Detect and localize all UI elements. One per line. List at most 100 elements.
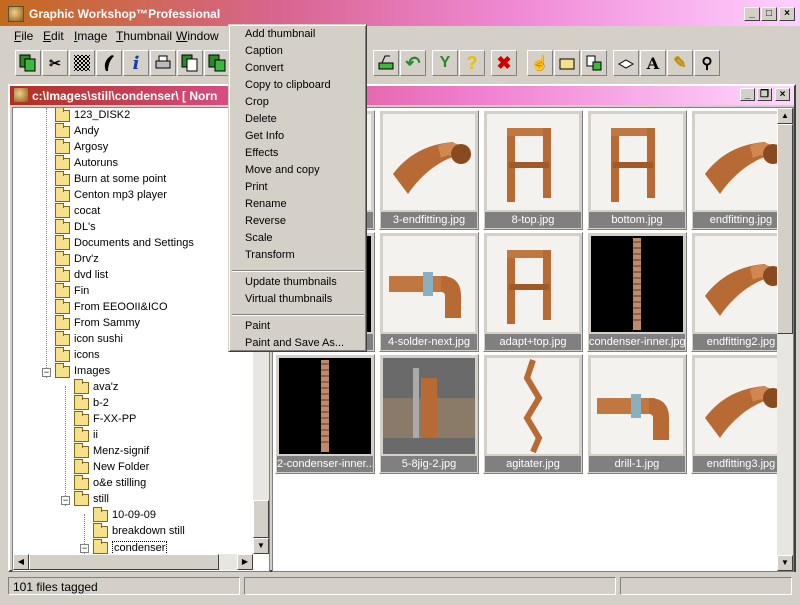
folder-icon — [55, 203, 70, 218]
child-close-button[interactable]: × — [775, 88, 790, 101]
context-menu-item[interactable]: Print — [245, 181, 268, 193]
context-menu-item[interactable]: Convert — [245, 62, 284, 74]
thumbnail-image — [487, 358, 579, 454]
maximize-button[interactable]: □ — [761, 7, 777, 21]
thumbnail-label: 5-8jig-2.jpg — [381, 456, 477, 472]
scissors-icon[interactable]: ✂ — [42, 50, 68, 76]
context-menu-item[interactable]: Effects — [245, 147, 278, 159]
thumbnail-item[interactable]: endfitting.jpg — [691, 110, 791, 230]
context-menu-item[interactable]: Virtual thumbnails — [245, 293, 332, 305]
print-icon[interactable] — [150, 50, 176, 76]
thumbnail-image — [383, 236, 475, 332]
feather-icon[interactable] — [96, 50, 122, 76]
scroll-down-icon[interactable]: ▼ — [777, 555, 793, 571]
context-menu-item[interactable]: Add thumbnail — [245, 28, 315, 40]
hand-icon[interactable]: ☝ — [527, 50, 553, 76]
help-icon[interactable]: ? — [459, 50, 485, 76]
folder-icon — [55, 299, 70, 314]
scroll-left-icon[interactable]: ◀ — [13, 554, 29, 570]
collapse-images-icon[interactable]: − — [42, 368, 51, 377]
context-menu-item[interactable]: Update thumbnails — [245, 276, 337, 288]
context-menu-item[interactable]: Rename — [245, 198, 287, 210]
dither-icon[interactable] — [69, 50, 95, 76]
context-menu-item[interactable]: Scale — [245, 232, 273, 244]
menu-thumbnail[interactable]: Thumbnail — [116, 29, 172, 43]
context-menu-item[interactable]: Delete — [245, 113, 277, 125]
folder-icon — [55, 123, 70, 138]
text-icon[interactable]: A — [640, 50, 666, 76]
collapse-condenser-icon[interactable]: − — [80, 544, 89, 553]
thumbnail-label: adapt+top.jpg — [485, 334, 581, 350]
stack-icon[interactable] — [613, 50, 639, 76]
menu-edit[interactable]: Edit — [43, 29, 64, 43]
thumbnail-item[interactable]: agitater.jpg — [483, 354, 583, 474]
scanner-icon[interactable] — [373, 50, 399, 76]
minimize-button[interactable]: _ — [744, 7, 760, 21]
copy-icon[interactable] — [15, 50, 41, 76]
context-menu-item[interactable]: Paint — [245, 320, 270, 332]
info-icon[interactable]: i — [123, 50, 149, 76]
folder-icon — [93, 507, 108, 522]
thumbnail-image — [279, 358, 371, 454]
context-menu-item[interactable]: Caption — [245, 45, 283, 57]
tree-hscroll-thumb[interactable] — [29, 554, 219, 570]
context-menu-item[interactable]: Reverse — [245, 215, 286, 227]
menu-file[interactable]: File — [14, 29, 33, 43]
close-button[interactable]: × — [779, 7, 795, 21]
context-menu-item[interactable]: Get Info — [245, 130, 284, 142]
pencil-icon[interactable]: ✎ — [667, 50, 693, 76]
thumbnail-item[interactable]: 3-endfitting.jpg — [379, 110, 479, 230]
thumbnail-item[interactable]: endfitting3.jpg — [691, 354, 791, 474]
magnifier-icon[interactable]: ⚲ — [694, 50, 720, 76]
context-menu-item[interactable]: Crop — [245, 96, 269, 108]
context-menu-item[interactable]: Move and copy — [245, 164, 320, 176]
scroll-right-icon[interactable]: ▶ — [237, 554, 253, 570]
folder-window-icon — [14, 88, 28, 102]
thumbnail-label: 4-solder-next.jpg — [381, 334, 477, 350]
menu-image[interactable]: Image — [74, 29, 107, 43]
magic-wand-icon[interactable]: Y — [432, 50, 458, 76]
scroll-up-icon[interactable]: ▲ — [777, 108, 793, 124]
copy-files-icon[interactable] — [177, 50, 203, 76]
tree-guide-line — [65, 386, 66, 506]
status-panel-2 — [244, 577, 616, 595]
folder-open-icon — [74, 491, 89, 506]
context-menu-item[interactable]: Copy to clipboard — [245, 79, 331, 91]
thumbnail-item[interactable]: 4-solder-next.jpg — [379, 232, 479, 352]
browser-title: c:\Images\still\condenser\ [ Norn — [32, 89, 218, 103]
child-minimize-button[interactable]: _ — [740, 88, 755, 101]
thumbnail-image — [591, 358, 683, 454]
app-title: Graphic Workshop™Professional — [29, 7, 221, 21]
thumbnail-item[interactable]: adapt+top.jpg — [483, 232, 583, 352]
menu-separator — [232, 270, 364, 272]
child-restore-button[interactable]: ❐ — [757, 88, 772, 101]
thumbnail-item[interactable]: 8-top.jpg — [483, 110, 583, 230]
tree-scroll-thumb[interactable] — [253, 500, 269, 538]
export-icon[interactable] — [581, 50, 607, 76]
undo-icon[interactable]: ↶ — [400, 50, 426, 76]
delete-icon[interactable]: ✖ — [491, 50, 517, 76]
thumbnail-label: 8-top.jpg — [485, 212, 581, 228]
menu-window[interactable]: Window — [176, 29, 219, 43]
folder-icon — [55, 155, 70, 170]
folder-icon[interactable] — [554, 50, 580, 76]
context-menu-item[interactable]: Transform — [245, 249, 295, 261]
move-files-icon[interactable] — [204, 50, 230, 76]
thumbnail-item[interactable]: drill-1.jpg — [587, 354, 687, 474]
thumbnail-item[interactable]: 2-condenser-inner... — [275, 354, 375, 474]
scroll-down-icon[interactable]: ▼ — [253, 538, 269, 554]
thumbnail-item[interactable]: bottom.jpg — [587, 110, 687, 230]
thumbnail-scroll-thumb[interactable] — [777, 124, 793, 334]
thumbnail-item[interactable]: endfitting2.jpg — [691, 232, 791, 352]
thumbnail-image — [695, 114, 787, 210]
thumbnail-item[interactable]: condenser-inner.jpg — [587, 232, 687, 352]
thumbnail-image — [591, 114, 683, 210]
menu-separator — [232, 314, 364, 316]
folder-icon — [55, 235, 70, 250]
context-menu-item[interactable]: Paint and Save As... — [245, 337, 344, 349]
collapse-still-icon[interactable]: − — [61, 496, 70, 505]
tree-hscrollbar[interactable]: ◀ ▶ — [13, 554, 253, 570]
app-icon[interactable] — [8, 6, 24, 22]
thumbnail-scrollbar[interactable]: ▲ ▼ — [777, 108, 793, 571]
thumbnail-item[interactable]: 5-8jig-2.jpg — [379, 354, 479, 474]
